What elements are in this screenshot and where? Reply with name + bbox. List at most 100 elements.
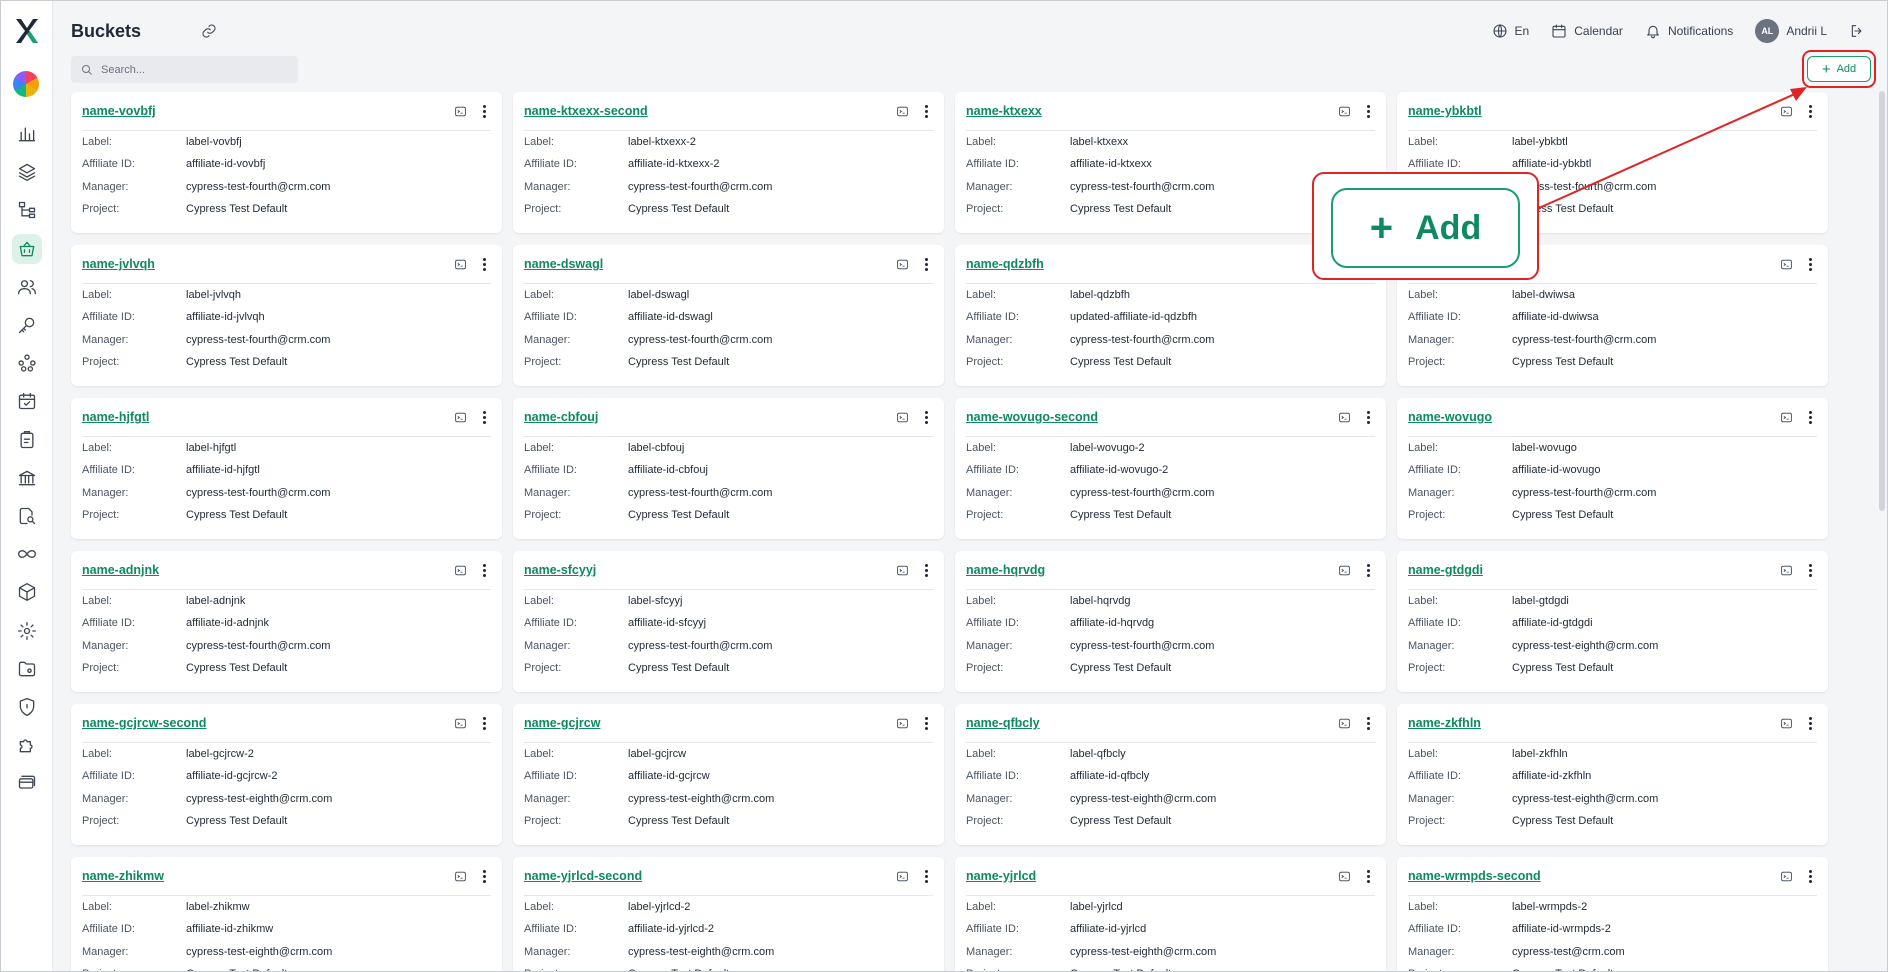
terminal-icon[interactable] [453, 869, 467, 883]
terminal-icon[interactable] [895, 563, 909, 577]
more-menu-icon[interactable] [919, 257, 933, 271]
bucket-name-link[interactable]: name-yjrlcd [966, 869, 1036, 883]
more-menu-icon[interactable] [477, 563, 491, 577]
bucket-name-link[interactable]: name-ybkbtl [1408, 104, 1482, 118]
terminal-icon[interactable] [895, 716, 909, 730]
sidebar-item-cards[interactable] [1, 764, 53, 802]
terminal-icon[interactable] [1779, 257, 1793, 271]
logout-button[interactable] [1849, 23, 1865, 39]
bucket-name-link[interactable]: name-gtdgdi [1408, 563, 1483, 577]
bucket-name-link[interactable]: name-dswagl [524, 257, 603, 271]
terminal-icon[interactable] [1337, 410, 1351, 424]
sidebar-item-network[interactable] [1, 344, 53, 382]
sidebar-item-search-user[interactable] [1, 497, 53, 535]
terminal-icon[interactable] [895, 104, 909, 118]
field-label: Manager: [524, 792, 571, 805]
terminal-icon[interactable] [1337, 563, 1351, 577]
more-menu-icon[interactable] [1361, 563, 1375, 577]
more-menu-icon[interactable] [477, 716, 491, 730]
terminal-icon[interactable] [453, 104, 467, 118]
terminal-icon[interactable] [1779, 869, 1793, 883]
more-menu-icon[interactable] [919, 716, 933, 730]
sidebar-item-products[interactable] [1, 573, 53, 611]
bucket-name-link[interactable]: name-zkfhln [1408, 716, 1481, 730]
add-bucket-button[interactable]: + Add [1807, 56, 1871, 82]
link-icon[interactable] [201, 23, 217, 39]
terminal-icon[interactable] [895, 869, 909, 883]
terminal-icon[interactable] [1779, 410, 1793, 424]
bucket-name-link[interactable]: name-zhikmw [82, 869, 164, 883]
more-menu-icon[interactable] [919, 869, 933, 883]
bucket-name-link[interactable]: name-vovbfj [82, 104, 156, 118]
sidebar-item-keys[interactable] [1, 306, 53, 344]
calendar-link[interactable]: Calendar [1551, 23, 1623, 39]
bucket-name-link[interactable]: name-qdzbfh [966, 257, 1044, 271]
bucket-name-link[interactable]: name-wovugo [1408, 410, 1492, 424]
bucket-name-link[interactable]: name-sfcyyj [524, 563, 596, 577]
bucket-name-link[interactable]: name-jvlvqh [82, 257, 155, 271]
terminal-icon[interactable] [1779, 716, 1793, 730]
terminal-icon[interactable] [1337, 716, 1351, 730]
more-menu-icon[interactable] [1361, 716, 1375, 730]
more-menu-icon[interactable] [1361, 869, 1375, 883]
sidebar-item-statistics[interactable] [1, 115, 53, 153]
bucket-name-link[interactable]: name-wovugo-second [966, 410, 1098, 424]
terminal-icon[interactable] [895, 410, 909, 424]
palette-icon[interactable] [13, 71, 39, 97]
terminal-icon[interactable] [1337, 869, 1351, 883]
sidebar-item-users[interactable] [1, 268, 53, 306]
sidebar-item-files[interactable] [1, 650, 53, 688]
bucket-name-link[interactable]: name-hjfgtl [82, 410, 149, 424]
more-menu-icon[interactable] [919, 410, 933, 424]
terminal-icon[interactable] [453, 410, 467, 424]
bucket-name-link[interactable]: name-hqrvdg [966, 563, 1045, 577]
more-menu-icon[interactable] [1361, 410, 1375, 424]
more-menu-icon[interactable] [1803, 563, 1817, 577]
sidebar-item-security[interactable] [1, 688, 53, 726]
app-logo-icon[interactable] [14, 17, 40, 45]
bucket-name-link[interactable]: name-gcjrcw-second [82, 716, 206, 730]
more-menu-icon[interactable] [919, 563, 933, 577]
sidebar-item-schedule[interactable] [1, 382, 53, 420]
more-menu-icon[interactable] [477, 257, 491, 271]
scrollbar[interactable] [1879, 91, 1885, 511]
sidebar-item-bank[interactable] [1, 459, 53, 497]
terminal-icon[interactable] [1337, 104, 1351, 118]
bucket-name-link[interactable]: name-ktxexx [966, 104, 1042, 118]
layers-icon [12, 157, 42, 187]
more-menu-icon[interactable] [477, 104, 491, 118]
user-menu[interactable]: AL Andrii L [1755, 19, 1827, 43]
terminal-icon[interactable] [453, 257, 467, 271]
search-input[interactable] [101, 63, 291, 76]
bucket-name-link[interactable]: name-qfbcly [966, 716, 1040, 730]
bucket-name-link[interactable]: name-adnjnk [82, 563, 159, 577]
bucket-name-link[interactable]: name-ktxexx-second [524, 104, 648, 118]
language-selector[interactable]: En [1492, 23, 1529, 39]
bucket-name-link[interactable]: name-wrmpds-second [1408, 869, 1541, 883]
sidebar-item-infinity[interactable] [1, 535, 53, 573]
more-menu-icon[interactable] [477, 869, 491, 883]
bucket-name-link[interactable]: name-yjrlcd-second [524, 869, 642, 883]
sidebar-item-layers[interactable] [1, 153, 53, 191]
sidebar-item-integrations[interactable] [1, 726, 53, 764]
sidebar-item-tasks[interactable] [1, 421, 53, 459]
terminal-icon[interactable] [1779, 563, 1793, 577]
notifications-link[interactable]: Notifications [1645, 23, 1733, 39]
more-menu-icon[interactable] [477, 410, 491, 424]
terminal-icon[interactable] [1779, 104, 1793, 118]
terminal-icon[interactable] [453, 563, 467, 577]
bucket-name-link[interactable]: name-cbfouj [524, 410, 598, 424]
more-menu-icon[interactable] [1803, 410, 1817, 424]
more-menu-icon[interactable] [1361, 104, 1375, 118]
sidebar-item-settings[interactable] [1, 611, 53, 649]
sidebar-item-hierarchy[interactable] [1, 191, 53, 229]
terminal-icon[interactable] [453, 716, 467, 730]
more-menu-icon[interactable] [919, 104, 933, 118]
more-menu-icon[interactable] [1803, 716, 1817, 730]
more-menu-icon[interactable] [1803, 869, 1817, 883]
more-menu-icon[interactable] [1803, 104, 1817, 118]
bucket-name-link[interactable]: name-gcjrcw [524, 716, 600, 730]
more-menu-icon[interactable] [1803, 257, 1817, 271]
terminal-icon[interactable] [895, 257, 909, 271]
sidebar-item-buckets[interactable] [1, 230, 53, 268]
